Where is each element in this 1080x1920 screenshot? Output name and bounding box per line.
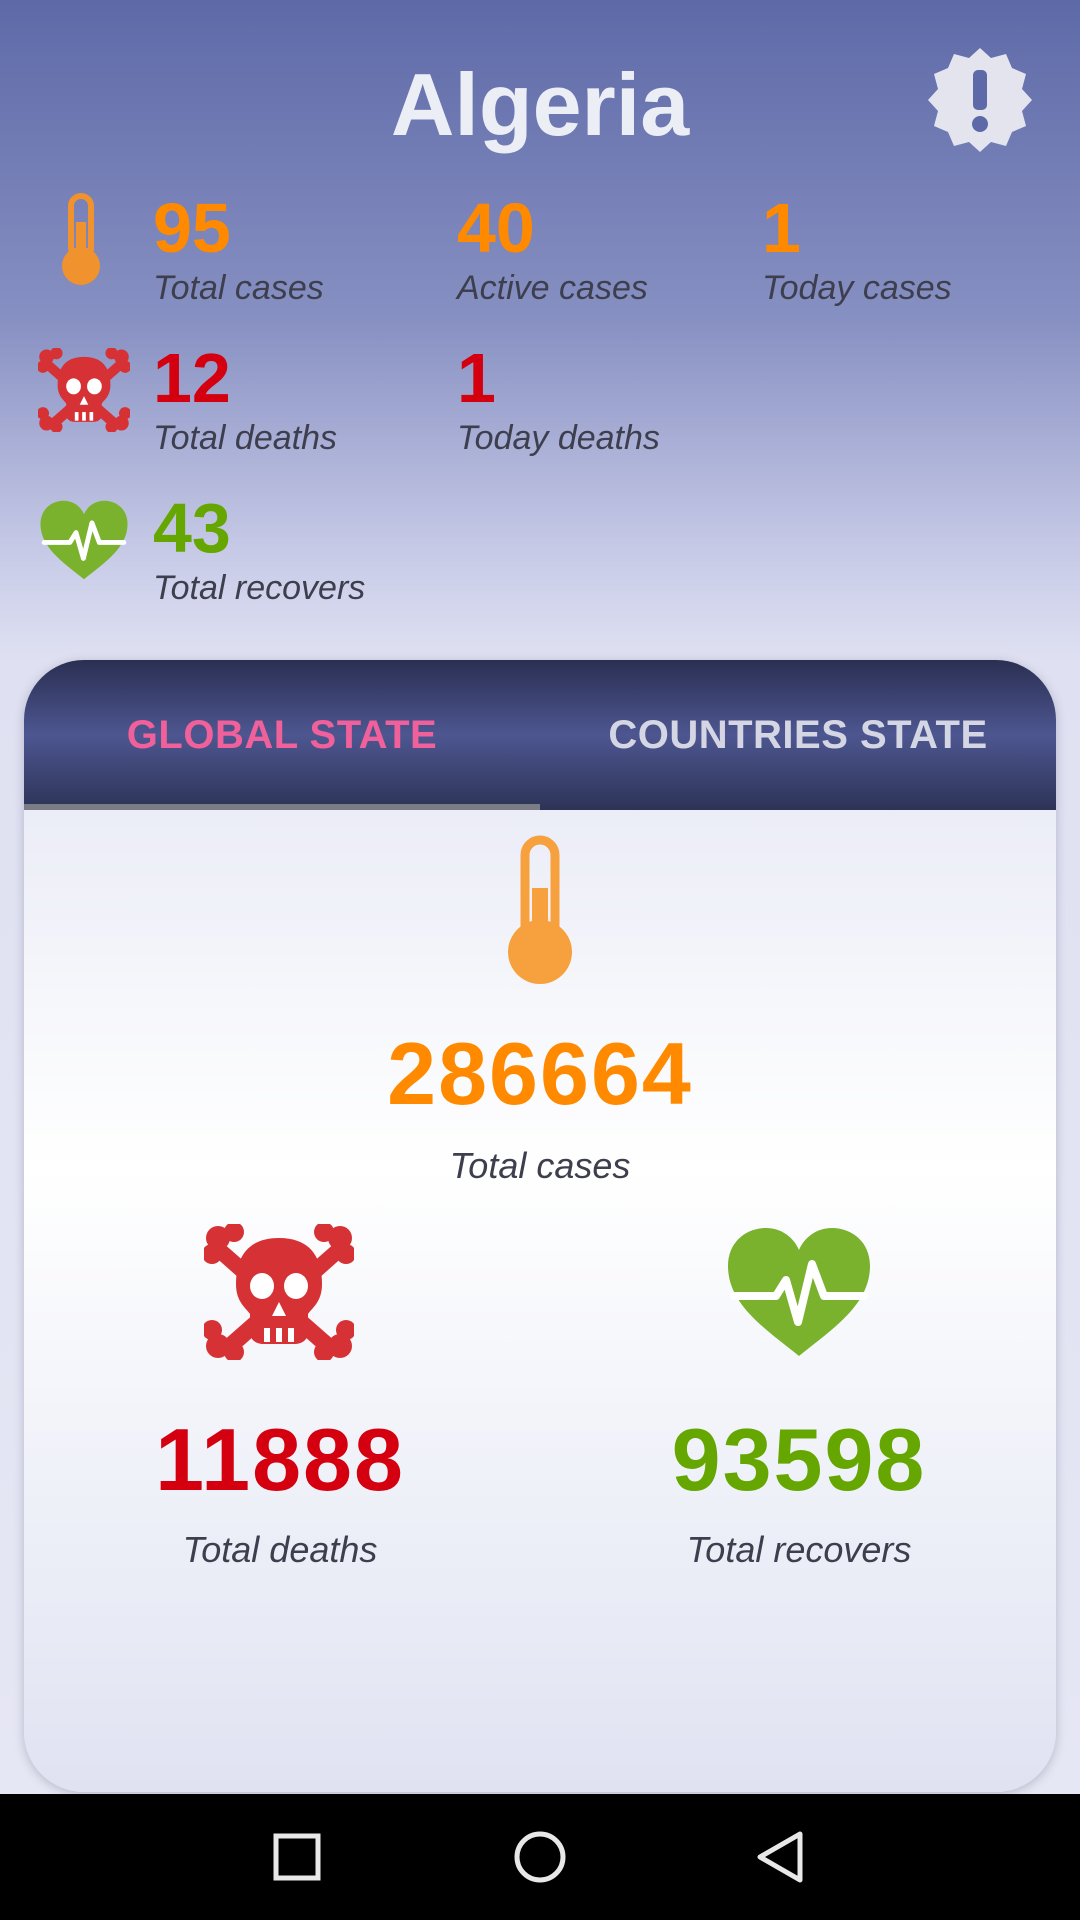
total-cases-label: Total cases [153,269,324,307]
today-deaths-label: Today deaths [457,419,660,457]
heart-pulse-icon [728,1228,870,1356]
page-title: Algeria [390,55,690,154]
global-total-deaths-value: 11888 [155,1410,405,1509]
today-cases-label: Today cases [762,269,952,307]
today-deaths-value: 1 [457,339,496,417]
total-cases-value: 95 [153,189,231,267]
tab-countries-state[interactable]: COUNTRIES STATE [540,660,1056,810]
country-today-cases: 1 Today cases [762,190,952,308]
total-deaths-label: Total deaths [153,419,337,457]
tab-indicator [24,804,540,810]
global-total-cases-label: Total cases [449,1145,631,1186]
tab-bar: GLOBAL STATE COUNTRIES STATE [24,660,1056,810]
country-total-recovers: 43 Total recovers [153,490,365,608]
global-total-deaths-label: Total deaths [182,1529,378,1570]
skull-crossbones-icon [204,1224,354,1360]
stats-card: GLOBAL STATE COUNTRIES STATE 286664 Tota… [24,660,1056,1792]
country-total-deaths: 12 Total deaths [153,340,337,458]
skull-crossbones-icon [38,348,130,432]
alert-badge-icon[interactable] [924,44,1036,156]
tab-global-state[interactable]: GLOBAL STATE [24,660,540,810]
global-total-cases-value: 286664 [387,1024,693,1123]
global-total-recovers-value: 93598 [671,1410,927,1509]
total-recovers-label: Total recovers [153,569,366,607]
circle-icon[interactable] [507,1824,573,1890]
thermometer-icon [62,193,100,285]
country-total-cases: 95 Total cases [153,190,324,308]
triangle-back-icon[interactable] [748,1824,814,1890]
heart-pulse-icon [40,500,128,580]
total-deaths-value: 12 [153,339,231,417]
total-recovers-value: 43 [153,489,231,567]
active-cases-value: 40 [457,189,535,267]
today-cases-value: 1 [762,189,801,267]
system-navigation-bar [0,1794,1080,1920]
global-total-recovers-label: Total recovers [686,1529,912,1570]
active-cases-label: Active cases [457,269,648,307]
thermometer-icon [508,835,572,984]
country-today-deaths: 1 Today deaths [457,340,660,458]
country-active-cases: 40 Active cases [457,190,648,308]
square-icon[interactable] [266,1824,332,1890]
